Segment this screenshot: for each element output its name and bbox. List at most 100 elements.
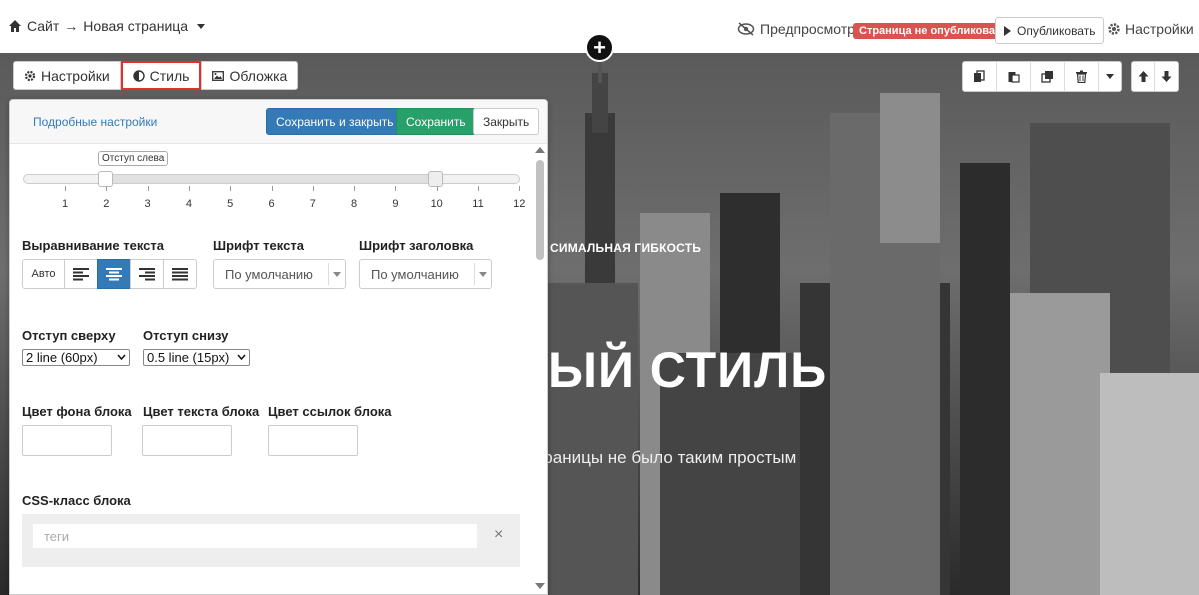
slider-tooltip: Отступ слева <box>98 151 169 166</box>
slider-tick <box>106 186 108 191</box>
tab-settings[interactable]: Настройки <box>13 61 121 90</box>
gear-icon <box>24 70 36 81</box>
eye-slash-icon <box>737 22 755 36</box>
slider-tick <box>65 186 66 191</box>
slider-tick-label: 10 <box>430 198 443 210</box>
block-tools <box>962 61 1122 92</box>
slider-tick <box>354 186 356 191</box>
publish-button[interactable]: Опубликовать <box>995 17 1105 44</box>
align-justify-icon <box>172 268 188 281</box>
slider-tick <box>519 186 521 191</box>
css-class-label: CSS-класс блока <box>22 493 131 508</box>
tags-input[interactable]: теги <box>33 524 477 548</box>
paste-icon <box>1008 72 1020 83</box>
tab-label: Настройки <box>41 67 110 84</box>
link-color-input[interactable] <box>268 425 358 456</box>
bg-color-label: Цвет фона блока <box>22 404 132 419</box>
slider-handle-right[interactable] <box>428 171 443 187</box>
chevron-down-icon[interactable] <box>197 23 206 29</box>
breadcrumb-page[interactable]: Новая страница <box>83 18 188 34</box>
align-right-button[interactable] <box>130 259 164 289</box>
slider-tick-label: 9 <box>392 198 399 210</box>
hero-kicker: СИМАЛЬНАЯ ГИБКОСТЬ <box>550 241 702 255</box>
scroll-up-arrow[interactable] <box>535 147 545 153</box>
font-heading-label: Шрифт заголовка <box>359 238 474 253</box>
tab-cover[interactable]: Обложка <box>201 61 299 90</box>
chevron-down-icon <box>117 354 126 361</box>
arrow-up-icon <box>1138 71 1148 82</box>
padding-bottom-select[interactable]: 0.5 line (15px) <box>143 349 250 366</box>
slider-tick-label: 8 <box>351 198 358 210</box>
font-heading-value: По умолчанию <box>371 266 459 282</box>
move-down-button[interactable] <box>1155 62 1178 91</box>
slider-tick-label: 3 <box>144 198 151 210</box>
image-icon <box>212 70 225 81</box>
font-text-label: Шрифт текста <box>213 238 304 253</box>
text-align-label: Выравнивание текста <box>22 238 164 253</box>
move-up-button[interactable] <box>1132 62 1155 91</box>
add-block-button[interactable]: + <box>585 33 614 62</box>
slider-tick <box>436 186 438 191</box>
slider-tick <box>312 186 314 191</box>
delete-button[interactable] <box>1065 62 1099 91</box>
hero-subtitle: страницы не было таким простым <box>527 448 797 467</box>
copy-button[interactable] <box>963 62 997 91</box>
slider-handle-left[interactable] <box>98 171 113 187</box>
slider-tick-label: 11 <box>472 198 484 210</box>
padding-top-select[interactable]: 2 line (60px) <box>22 349 130 366</box>
plus-icon: + <box>593 34 606 60</box>
padding-top-label: Отступ сверху <box>22 328 116 343</box>
font-heading-select[interactable]: По умолчанию <box>359 259 492 289</box>
slider-range-fill <box>106 175 437 183</box>
slider-tick-label: 5 <box>227 198 234 210</box>
status-badge: Страница не опубликована <box>853 23 1014 39</box>
text-color-label: Цвет текста блока <box>143 404 260 419</box>
slider-tick-label: 12 <box>513 198 526 210</box>
bg-color-input[interactable] <box>22 425 112 456</box>
align-left-icon <box>73 268 89 281</box>
scrollbar-thumb[interactable] <box>536 160 544 260</box>
slider-tick <box>271 186 273 191</box>
tab-style[interactable]: Стиль <box>120 61 202 90</box>
chevron-down-icon <box>1106 74 1114 79</box>
breadcrumb-site[interactable]: Сайт <box>27 18 59 34</box>
settings-label: Настройки <box>1125 21 1194 37</box>
slider-tick-label: 6 <box>268 198 275 210</box>
slider-tick <box>395 186 397 191</box>
chevron-down-icon <box>237 354 246 361</box>
align-left-button[interactable] <box>64 259 98 289</box>
align-justify-button[interactable] <box>163 259 197 289</box>
play-icon <box>1004 25 1011 36</box>
style-panel: Подробные настройки Сохранить и закрыть … <box>9 99 548 595</box>
padding-top-value: 2 line (60px) <box>26 350 98 365</box>
home-icon <box>9 20 21 32</box>
panel-header: Подробные настройки Сохранить и закрыть … <box>10 100 547 144</box>
link-color-label: Цвет ссылок блока <box>268 404 392 419</box>
trash-icon <box>1076 70 1087 83</box>
text-color-input[interactable] <box>142 425 232 456</box>
align-right-icon <box>139 268 155 281</box>
padding-bottom-label: Отступ снизу <box>143 328 229 343</box>
font-text-select[interactable]: По умолчанию <box>213 259 346 289</box>
advanced-settings-link[interactable]: Подробные настройки <box>33 115 157 129</box>
align-center-button[interactable] <box>97 259 131 289</box>
tab-label: Обложка <box>229 67 288 84</box>
close-button[interactable]: Закрыть <box>473 108 540 135</box>
breadcrumb-arrow: → <box>64 18 79 34</box>
align-center-icon <box>106 268 122 281</box>
page-settings-button[interactable]: Настройки <box>1107 21 1194 37</box>
clear-icon[interactable]: × <box>494 526 503 544</box>
scroll-down-arrow[interactable] <box>535 583 545 589</box>
duplicate-button[interactable] <box>1031 62 1065 91</box>
slider-tick-label: 4 <box>185 198 192 210</box>
slider-tick <box>147 186 149 191</box>
breadcrumb[interactable]: Сайт → Новая страница <box>8 18 206 34</box>
slider-tick <box>188 186 190 191</box>
paste-button[interactable] <box>997 62 1031 91</box>
more-dropdown-button[interactable] <box>1099 62 1121 91</box>
save-and-close-button[interactable]: Сохранить и закрыть <box>266 108 404 135</box>
preview-button[interactable]: Предпросмотр <box>737 21 855 37</box>
align-auto-button[interactable]: Авто <box>22 259 65 289</box>
padding-bottom-value: 0.5 line (15px) <box>147 350 230 365</box>
save-button[interactable]: Сохранить <box>396 108 476 135</box>
